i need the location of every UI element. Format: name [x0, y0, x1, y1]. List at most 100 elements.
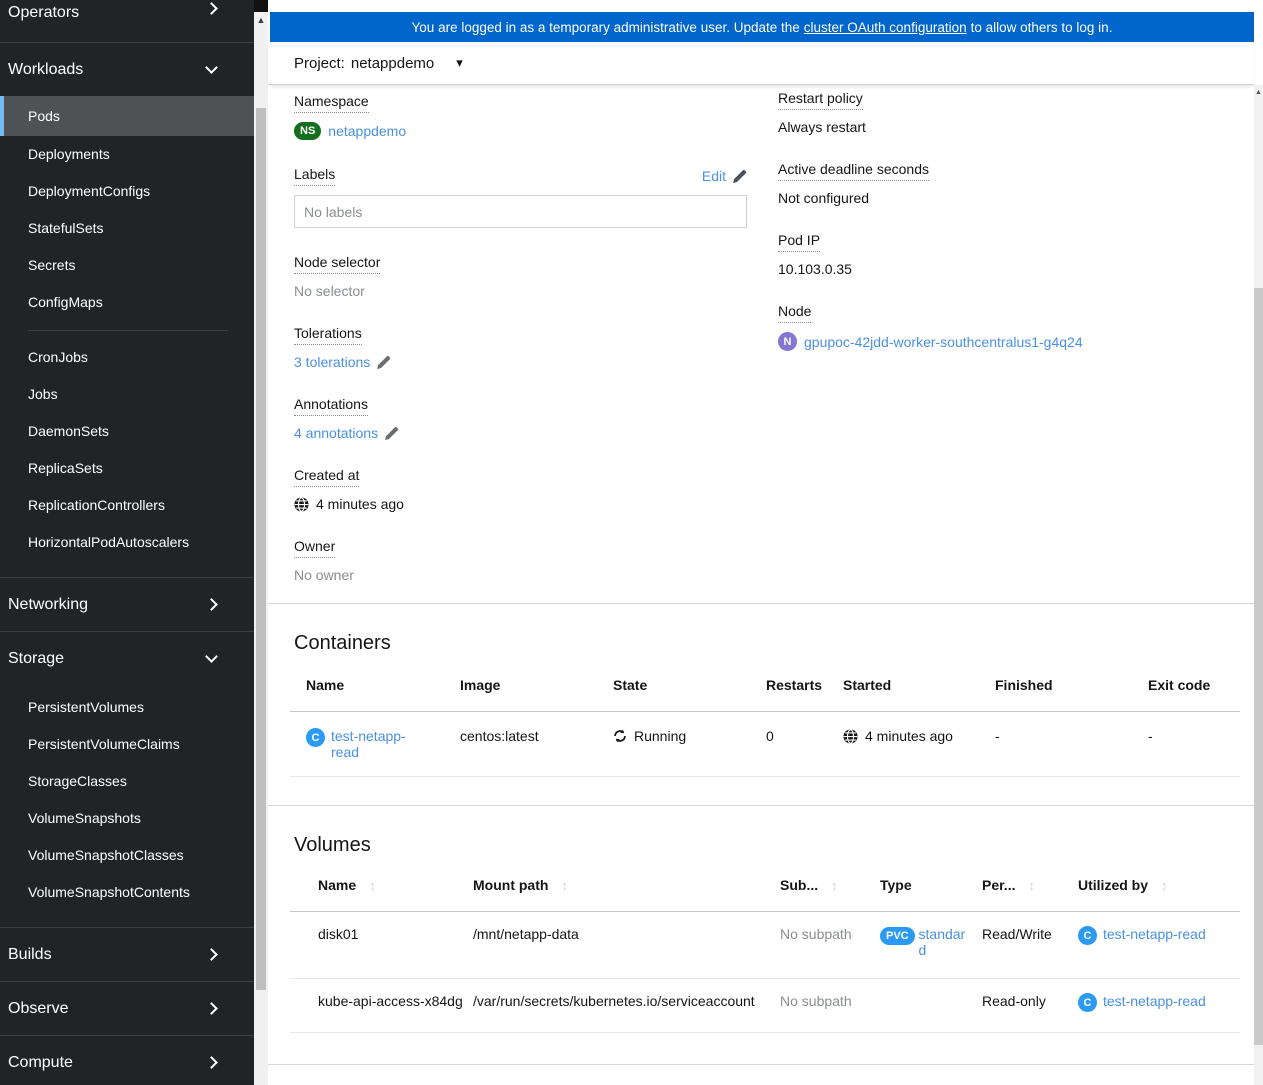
node-link[interactable]: gpupoc-42jdd-worker-southcentralus1-g4q2… — [804, 334, 1083, 350]
sort-icon[interactable]: ↕ — [1161, 878, 1168, 893]
restart-policy-value: Always restart — [778, 119, 866, 135]
field-node: Node N gpupoc-42jdd-worker-southcentralu… — [778, 303, 1254, 351]
sort-icon[interactable]: ↕ — [1028, 878, 1035, 893]
sidebar-group-label: Compute — [8, 1053, 73, 1071]
scroll-up-icon[interactable]: ▲ — [254, 12, 268, 25]
created-at-value: 4 minutes ago — [316, 496, 404, 512]
banner-text-after: to allow others to log in. — [970, 19, 1113, 35]
sidebar-item-cronjobs[interactable]: CronJobs — [0, 339, 254, 376]
col-utilized-by-sortable[interactable]: Utilized by ↕ — [1078, 869, 1240, 912]
sidebar-item-volumesnapshotcontents[interactable]: VolumeSnapshotContents — [0, 874, 254, 911]
containers-section: Containers Name Image State Restarts Sta… — [268, 603, 1254, 805]
labels-empty-box: No labels — [294, 195, 747, 228]
sidebar-scrollbar[interactable]: ▲ — [254, 12, 268, 1085]
sidebar-item-statefulsets[interactable]: StatefulSets — [0, 210, 254, 247]
pod-ip-label[interactable]: Pod IP — [778, 232, 821, 252]
content-scrollbar-thumb[interactable] — [1254, 288, 1263, 1045]
sidebar-item-pods[interactable]: Pods — [0, 96, 254, 136]
pvc-link[interactable]: standard — [919, 926, 973, 958]
container-link[interactable]: test-netapp-read — [331, 728, 421, 760]
namespace-label[interactable]: Namespace — [294, 93, 369, 113]
edit-labels-button[interactable]: Edit — [702, 168, 747, 184]
tolerations-label[interactable]: Tolerations — [294, 325, 362, 345]
sidebar-item-volumesnapshots[interactable]: VolumeSnapshots — [0, 800, 254, 837]
col-name-sortable[interactable]: Name ↕ — [290, 869, 473, 912]
sidebar-item-daemonsets[interactable]: DaemonSets — [0, 413, 254, 450]
sidebar-group-workloads[interactable]: Workloads — [0, 43, 254, 96]
sidebar-item-horizontalpodautoscalers[interactable]: HorizontalPodAutoscalers — [0, 524, 254, 561]
sidebar-item-deployments[interactable]: Deployments — [0, 136, 254, 173]
sidebar-item-jobs[interactable]: Jobs — [0, 376, 254, 413]
field-labels: Labels Edit No labels — [294, 166, 747, 228]
annotations-link[interactable]: 4 annotations — [294, 425, 378, 441]
container-restarts: 0 — [766, 711, 843, 777]
col-permissions-sortable[interactable]: Per... ↕ — [982, 869, 1078, 912]
sidebar-group-compute[interactable]: Compute — [0, 1036, 254, 1085]
utilized-by-link[interactable]: test-netapp-read — [1103, 926, 1206, 942]
main-area: You are logged in as a temporary adminis… — [268, 0, 1263, 1085]
node-label[interactable]: Node — [778, 303, 812, 323]
sidebar-item-secrets[interactable]: Secrets — [0, 247, 254, 284]
project-dropdown[interactable]: Project: netappdemo ▾ — [294, 55, 463, 72]
sidebar-scrollbar-thumb[interactable] — [256, 108, 266, 990]
globe-icon — [294, 496, 309, 512]
field-created-at: Created at 4 minutes ago — [294, 467, 747, 512]
annotations-edit-button[interactable]: 4 annotations — [294, 425, 399, 441]
sidebar-group-label: Observe — [8, 999, 69, 1017]
sort-icon[interactable]: ↕ — [369, 878, 376, 893]
divider — [28, 330, 228, 331]
sidebar-item-deploymentconfigs[interactable]: DeploymentConfigs — [0, 173, 254, 210]
sidebar-group-label: Builds — [8, 945, 52, 963]
field-pod-ip: Pod IP 10.103.0.35 — [778, 232, 1254, 277]
active-deadline-label[interactable]: Active deadline seconds — [778, 161, 929, 181]
namespace-badge-icon: NS — [294, 122, 322, 140]
sidebar-group-storage[interactable]: Storage — [0, 632, 254, 685]
sidebar-item-persistentvolumeclaims[interactable]: PersistentVolumeClaims — [0, 726, 254, 763]
labels-empty-text: No labels — [304, 203, 363, 220]
col-mount-path-sortable[interactable]: Mount path ↕ — [473, 869, 780, 912]
sort-icon[interactable]: ↕ — [831, 878, 838, 893]
container-exit-code: - — [1148, 711, 1240, 777]
sidebar-group-builds[interactable]: Builds — [0, 928, 254, 981]
sidebar-group-label: Storage — [8, 649, 65, 667]
scroll-up-icon[interactable]: ▲ — [1254, 85, 1263, 97]
col-subpath-sortable[interactable]: Sub... ↕ — [780, 869, 880, 912]
labels-label[interactable]: Labels — [294, 166, 336, 186]
volumes-section: Volumes Name ↕ Mount path ↕ Sub... ↕ Type P… — [268, 805, 1254, 1064]
sidebar-group-observe[interactable]: Observe — [0, 982, 254, 1035]
node-selector-label[interactable]: Node selector — [294, 254, 381, 274]
chevron-down-icon — [205, 61, 218, 74]
edit-label[interactable]: Edit — [702, 168, 726, 184]
sidebar-group-networking[interactable]: Networking — [0, 578, 254, 631]
volume-row: kube-api-access-x84dg /var/run/secrets/k… — [290, 978, 1240, 1033]
containers-title: Containers — [294, 632, 391, 654]
sidebar-item-persistentvolumes[interactable]: PersistentVolumes — [0, 689, 254, 726]
sidebar-item-replicationcontrollers[interactable]: ReplicationControllers — [0, 487, 254, 524]
utilized-by-link[interactable]: test-netapp-read — [1103, 993, 1206, 1009]
volumes-title: Volumes — [294, 834, 371, 856]
sidebar-group-operators[interactable]: Operators — [0, 0, 254, 42]
namespace-link[interactable]: netappdemo — [328, 123, 406, 139]
chevron-down-icon — [205, 650, 218, 663]
owner-value: No owner — [294, 567, 354, 583]
volume-mount-path: /var/run/secrets/kubernetes.io/serviceac… — [473, 978, 780, 1033]
oauth-config-link[interactable]: cluster OAuth configuration — [804, 20, 967, 35]
container-started: 4 minutes ago — [865, 728, 953, 744]
sidebar-item-replicasets[interactable]: ReplicaSets — [0, 450, 254, 487]
container-badge-icon: C — [1078, 926, 1097, 945]
node-selector-value: No selector — [294, 283, 365, 299]
owner-label[interactable]: Owner — [294, 538, 336, 558]
restart-policy-label[interactable]: Restart policy — [778, 90, 863, 110]
sidebar-item-storageclasses[interactable]: StorageClasses — [0, 763, 254, 800]
tolerations-link[interactable]: 3 tolerations — [294, 354, 370, 370]
sort-icon[interactable]: ↕ — [561, 878, 568, 893]
tolerations-edit-button[interactable]: 3 tolerations — [294, 354, 391, 370]
content-scrollbar[interactable]: ▲ — [1254, 85, 1263, 1085]
volume-name: kube-api-access-x84dg — [290, 978, 473, 1033]
created-at-label[interactable]: Created at — [294, 467, 360, 487]
container-image: centos:latest — [460, 711, 613, 777]
sidebar-item-configmaps[interactable]: ConfigMaps — [0, 284, 254, 321]
sidebar-item-volumesnapshotclasses[interactable]: VolumeSnapshotClasses — [0, 837, 254, 874]
annotations-label[interactable]: Annotations — [294, 396, 368, 416]
volume-type-empty — [880, 978, 982, 1033]
